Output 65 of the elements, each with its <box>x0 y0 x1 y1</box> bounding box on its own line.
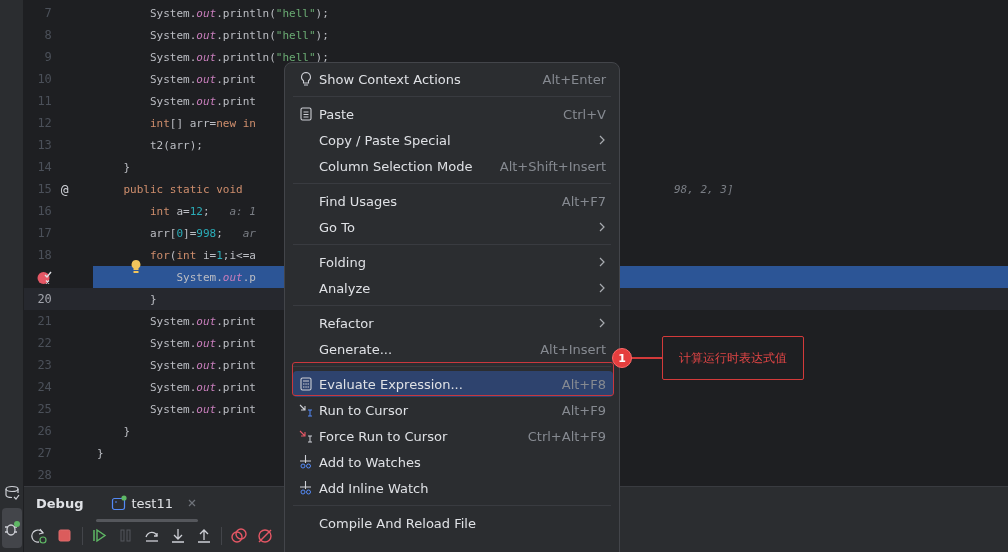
code-line: System.out.print <box>148 94 256 108</box>
code-line: } <box>122 424 131 438</box>
leader-line <box>632 357 662 359</box>
code-line: System.out.print <box>148 402 256 416</box>
resume-icon[interactable] <box>91 527 109 545</box>
annotation-note: 计算运行时表达式值 <box>662 336 804 380</box>
menu-item[interactable]: Force Run to Cursor Ctrl+Alt+F9 <box>293 423 613 449</box>
stop-icon[interactable] <box>56 527 74 545</box>
mute-breakpoints-icon[interactable] <box>256 527 274 545</box>
code-line: System.out.print <box>148 72 256 86</box>
lightbulb-icon[interactable] <box>130 258 142 275</box>
window-icon <box>111 495 128 511</box>
watch-icon <box>299 454 313 470</box>
code-line: t2(arr); <box>148 138 203 152</box>
menu-item[interactable]: Go To <box>293 214 613 240</box>
code-line: } <box>122 160 131 174</box>
menu-item[interactable]: Run to Cursor Alt+F9 <box>293 397 613 423</box>
inline-value-hint: 98, 2, 3] <box>674 182 734 196</box>
menu-item[interactable]: Add to Watches <box>293 449 613 475</box>
run-to-cursor-icon <box>299 402 313 418</box>
menu-item[interactable]: Column Selection Mode Alt+Shift+Insert <box>293 153 613 179</box>
menu-item[interactable]: Show Context Actions Alt+Enter <box>293 66 613 92</box>
force-run-to-cursor-icon <box>299 428 313 444</box>
breakpoint-icon[interactable] <box>36 269 52 285</box>
code-line: } <box>97 446 104 460</box>
menu-item[interactable]: Find Usages Alt+F7 <box>293 188 613 214</box>
code-line: System.out.print <box>148 336 256 350</box>
code-line: for(int i=1;i<=a <box>148 248 256 262</box>
menu-item[interactable]: Refactor <box>293 310 613 336</box>
code-line: int a=12; a: 1 <box>148 204 256 218</box>
calculator-icon <box>299 376 313 392</box>
menu-item[interactable]: Folding <box>293 249 613 275</box>
breakpoints-icon[interactable] <box>230 527 248 545</box>
menu-item[interactable]: Analyze <box>293 275 613 301</box>
menu-item[interactable]: Copy / Paste Special <box>293 127 613 153</box>
watch-icon <box>299 480 313 496</box>
panel-title: Debug <box>36 495 84 511</box>
scrollbar[interactable] <box>96 519 198 522</box>
step-out-icon[interactable] <box>195 527 213 545</box>
clipboard-icon <box>299 106 313 122</box>
step-into-icon[interactable] <box>169 527 187 545</box>
bug-icon[interactable] <box>1 508 22 548</box>
code-line: System.out.println("hell"); <box>148 50 329 64</box>
code-line: public static void <box>122 182 243 196</box>
menu-item[interactable]: Generate... Alt+Insert <box>293 336 613 362</box>
menu-item[interactable]: Evaluate Expression... Alt+F8 <box>293 371 613 397</box>
code-line: System.out.print <box>148 358 256 372</box>
code-line: System.out.print <box>148 314 256 328</box>
rerun-icon[interactable] <box>30 527 48 545</box>
code-line: } <box>148 292 157 306</box>
close-icon[interactable] <box>187 498 197 508</box>
code-line: System.out.println("hell"); <box>148 6 329 20</box>
code-line: System.out.print <box>148 380 256 394</box>
menu-item[interactable]: Compile And Reload File <box>293 510 613 536</box>
step-badge: 1 <box>612 348 632 368</box>
gutter-mark[interactable]: @ <box>60 181 69 197</box>
code-line: System.out.println("hell"); <box>148 28 329 42</box>
line-number: 20 <box>37 292 52 306</box>
code-line: int[] arr=new in <box>148 116 256 130</box>
run-tab[interactable]: test11 <box>107 493 177 513</box>
menu-item[interactable]: Add Inline Watch <box>293 475 613 501</box>
menu-item[interactable]: Paste Ctrl+V <box>293 101 613 127</box>
code-line: System.out.p <box>175 270 256 284</box>
code-line: arr[0]=998; ar <box>148 226 256 240</box>
lightbulb-icon <box>299 71 313 87</box>
